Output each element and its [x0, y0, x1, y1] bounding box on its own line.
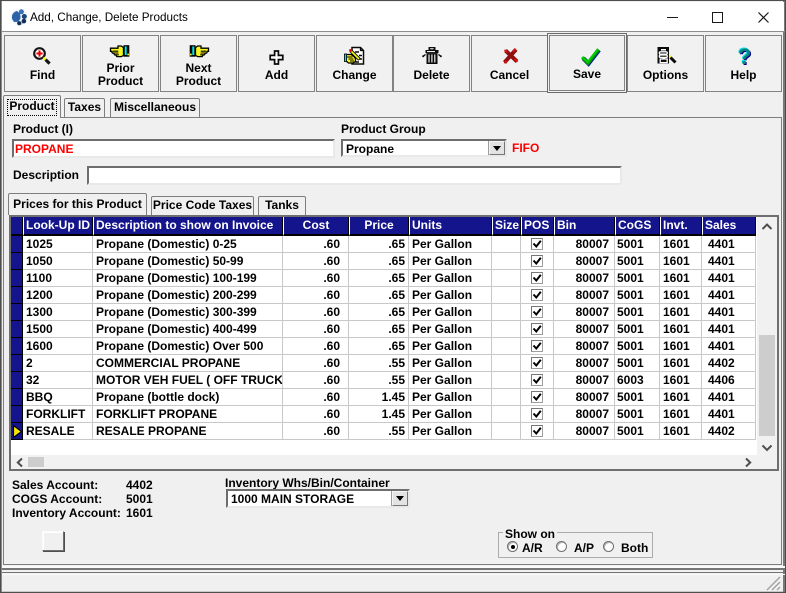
svg-text:?: ?: [738, 44, 751, 69]
